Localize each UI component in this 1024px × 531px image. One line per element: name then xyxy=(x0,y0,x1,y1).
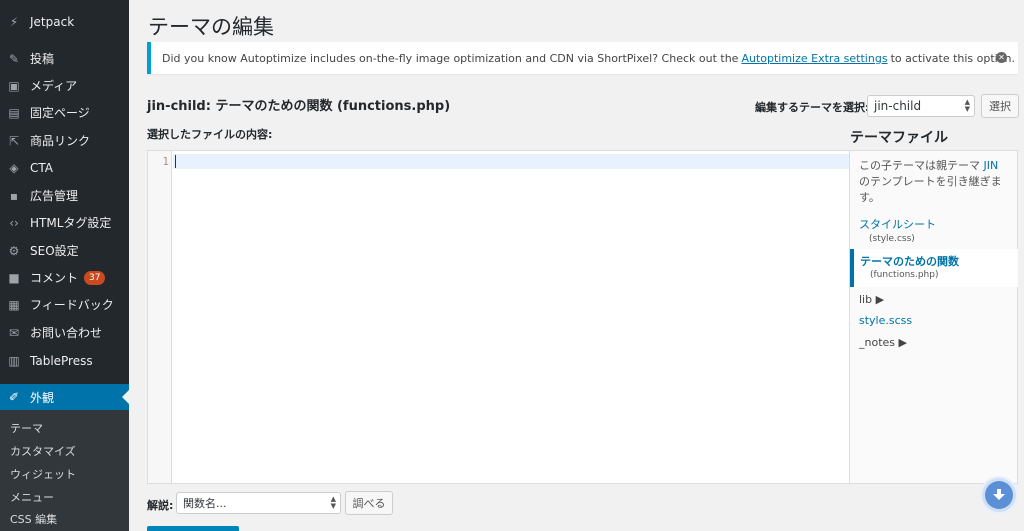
close-icon[interactable]: ✕ xyxy=(996,52,1007,63)
menu-item-label: 商品リンク xyxy=(30,134,91,148)
file-heading: jin-child: テーマのための関数 (functions.php) xyxy=(147,99,451,114)
menu-item-comments[interactable]: ■ コメント 37 xyxy=(0,264,129,291)
text-cursor xyxy=(175,155,176,168)
menu-item-label: コメント xyxy=(30,271,79,285)
file-link-style-scss[interactable]: style.scss xyxy=(859,314,912,327)
submenu-item-menus[interactable]: メニュー xyxy=(10,489,54,505)
menu-item-label: 外観 xyxy=(30,390,55,405)
code-icon: ‹› xyxy=(9,215,19,230)
comment-icon: ■ xyxy=(8,270,20,285)
theme-select[interactable]: jin-child ▲ ▼ xyxy=(867,95,975,117)
lookup-button[interactable]: 調べる xyxy=(345,491,393,515)
function-name-select[interactable]: 関数名... ▲ ▼ xyxy=(176,492,341,514)
folder-notes[interactable]: _notes ▶ xyxy=(859,336,907,349)
description-text: この子テーマは親テーマ xyxy=(859,159,980,172)
child-theme-description: この子テーマは親テーマ JIN のテンプレートを引き継ぎます。 xyxy=(859,158,1009,206)
appearance-submenu: テーマ カスタマイズ ウィジェット メニュー CSS 編集 xyxy=(0,410,129,531)
menu-item-label: 広告管理 xyxy=(30,189,79,203)
code-editor[interactable]: 1 xyxy=(147,150,850,484)
menu-item-media[interactable]: ▣ メディア xyxy=(0,72,129,99)
theme-select-value: jin-child xyxy=(874,99,922,113)
parent-theme-link[interactable]: JIN xyxy=(984,159,999,172)
select-theme-button[interactable]: 選択 xyxy=(981,94,1019,118)
jetpack-icon: ⚡ xyxy=(9,14,19,29)
submenu-item-widgets[interactable]: ウィジェット xyxy=(10,466,76,482)
menu-item-label: フィードバック xyxy=(30,298,114,312)
submenu-item-css-edit[interactable]: CSS 編集 xyxy=(10,511,57,527)
select-arrows-icon: ▲ ▼ xyxy=(964,98,970,113)
menu-item-label: 投稿 xyxy=(30,52,55,66)
file-link-stylesheet[interactable]: スタイルシート xyxy=(859,216,936,232)
function-select-value: 関数名... xyxy=(183,497,227,510)
id-card-icon: ▪ xyxy=(9,188,19,203)
pin-icon: ✎ xyxy=(8,51,20,66)
line-number: 1 xyxy=(162,155,169,168)
menu-item-label: Jetpack xyxy=(30,14,75,29)
media-icon: ▣ xyxy=(8,78,20,93)
menu-item-label: 固定ページ xyxy=(30,106,90,120)
page-icon: ▤ xyxy=(8,105,20,120)
notice-text: Did you know Autoptimize includes on-the… xyxy=(162,51,739,65)
documentation-label: 解説: xyxy=(147,499,174,512)
table-icon: ▥ xyxy=(8,353,20,368)
menu-item-jetpack[interactable]: ⚡ Jetpack xyxy=(0,8,129,35)
menu-item-appearance[interactable]: ✐ 外観 xyxy=(0,384,129,410)
menu-item-label: SEO設定 xyxy=(30,244,79,258)
gear-icon: ⚙ xyxy=(8,243,20,258)
file-filename: (style.css) xyxy=(869,234,915,244)
brush-icon: ✐ xyxy=(8,390,20,404)
line-number-gutter: 1 xyxy=(148,151,172,483)
menu-item-product-links[interactable]: ⇱ 商品リンク xyxy=(0,127,129,154)
menu-item-html-tags[interactable]: ‹› HTMLタグ設定 xyxy=(0,209,129,236)
comment-count-badge: 37 xyxy=(84,270,106,285)
share-icon: ⇱ xyxy=(8,133,20,148)
menu-item-pages[interactable]: ▤ 固定ページ xyxy=(0,99,129,126)
theme-files-title: テーマファイル xyxy=(850,130,948,146)
active-line-highlight xyxy=(173,154,849,169)
autoptimize-notice: Did you know Autoptimize includes on-the… xyxy=(147,42,1018,74)
submenu-item-themes[interactable]: テーマ xyxy=(10,420,43,436)
menu-item-label: メディア xyxy=(30,79,78,93)
submenu-item-customize[interactable]: カスタマイズ xyxy=(10,443,76,459)
scroll-down-button[interactable] xyxy=(980,476,1018,514)
file-link-functions[interactable]: テーマのための関数 xyxy=(860,253,959,269)
description-text-after: のテンプレートを引き継ぎます。 xyxy=(859,175,1002,204)
theme-files-panel: この子テーマは親テーマ JIN のテンプレートを引き継ぎます。 スタイルシート … xyxy=(850,150,1018,484)
page-title: テーマの編集 xyxy=(148,15,274,39)
menu-item-label: お問い合わせ xyxy=(30,326,103,340)
menu-item-label: HTMLタグ設定 xyxy=(30,216,112,230)
menu-item-seo[interactable]: ⚙ SEO設定 xyxy=(0,237,129,264)
file-content-label: 選択したファイルの内容: xyxy=(147,128,273,141)
mail-icon: ✉ xyxy=(8,325,20,340)
menu-item-feedback[interactable]: ▦ フィードバック xyxy=(0,291,129,318)
tag-icon: ◈ xyxy=(9,160,19,175)
arrow-down-icon xyxy=(985,481,1013,509)
admin-sidebar: ⚡ Jetpack ✎ 投稿 ▣ メディア ▤ 固定ページ ⇱ 商品リンク ◈ … xyxy=(0,0,129,531)
file-item-functions-active[interactable]: テーマのための関数 (functions.php) xyxy=(850,249,1018,287)
file-filename: (functions.php) xyxy=(870,270,939,280)
menu-item-cta[interactable]: ◈ CTA xyxy=(0,154,129,181)
menu-item-contact[interactable]: ✉ お問い合わせ xyxy=(0,319,129,346)
folder-lib[interactable]: lib ▶ xyxy=(859,293,884,306)
menu-item-tablepress[interactable]: ▥ TablePress xyxy=(0,347,129,374)
notice-link[interactable]: Autoptimize Extra settings xyxy=(741,52,887,65)
menu-item-posts[interactable]: ✎ 投稿 xyxy=(0,45,129,72)
menu-item-label: TablePress xyxy=(30,353,93,368)
theme-select-label: 編集するテーマを選択: xyxy=(755,101,870,114)
menu-item-label: CTA xyxy=(30,160,53,175)
update-file-button[interactable] xyxy=(147,526,239,531)
select-arrows-icon: ▲ ▼ xyxy=(330,495,336,510)
menu-item-ads[interactable]: ▪ 広告管理 xyxy=(0,182,129,209)
feedback-icon: ▦ xyxy=(8,297,20,312)
